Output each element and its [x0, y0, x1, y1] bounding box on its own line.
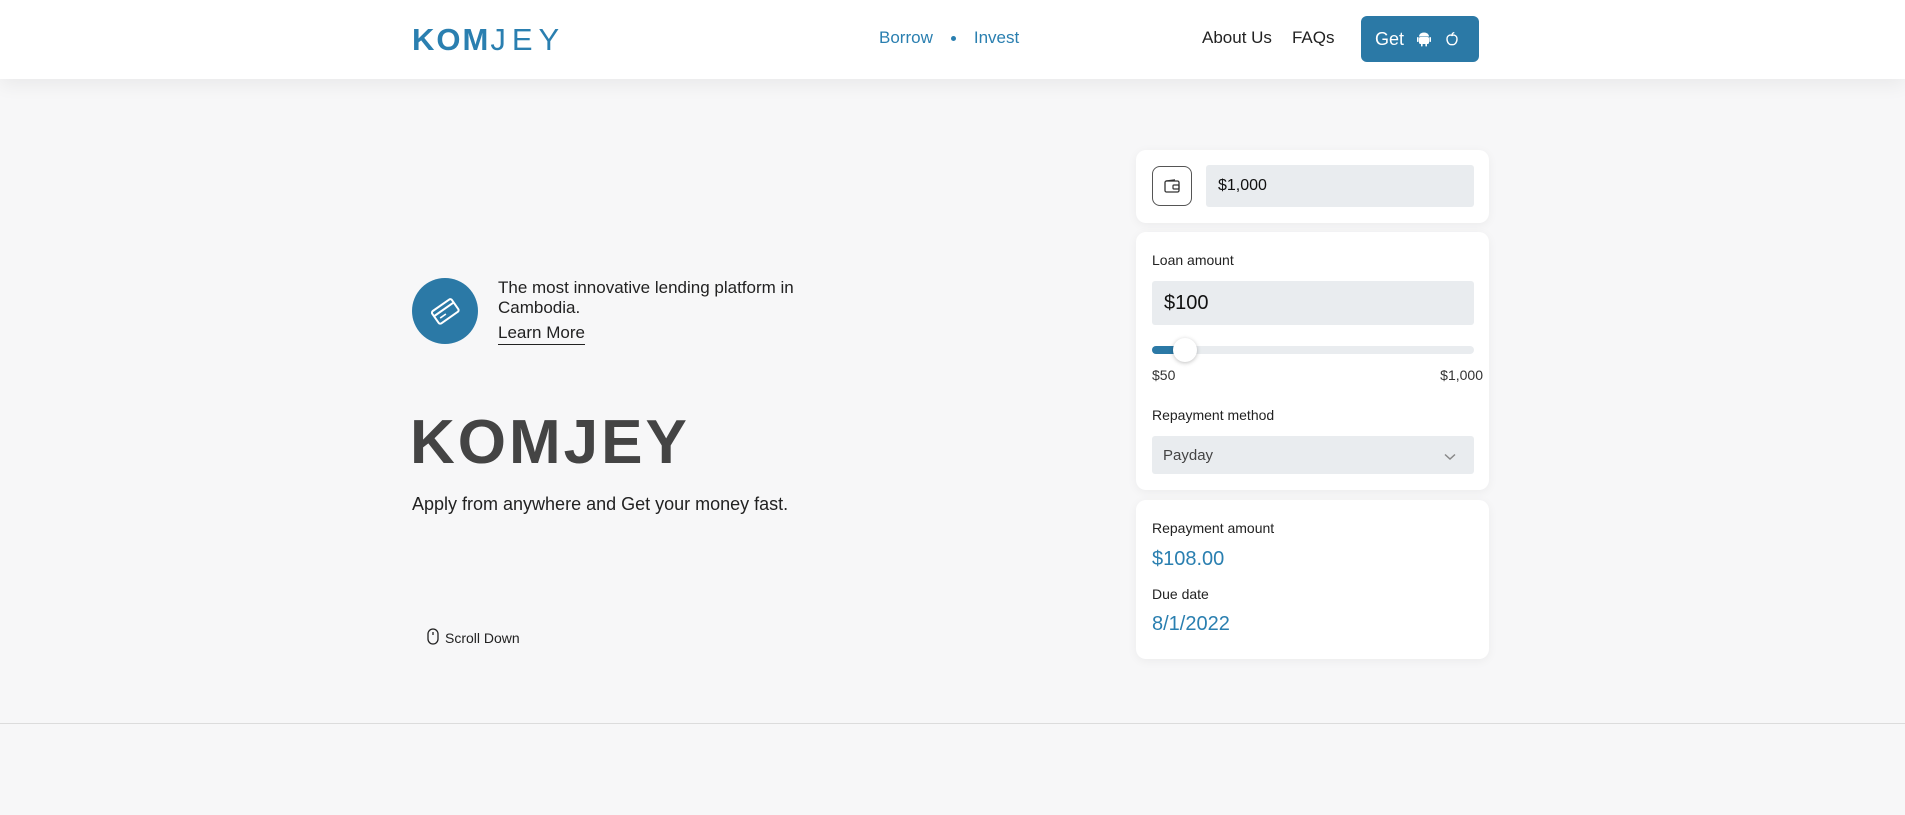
- chevron-down-icon: [1444, 448, 1456, 465]
- hero-subtitle: Apply from anywhere and Get your money f…: [412, 494, 789, 514]
- learn-more-link[interactable]: Learn More: [498, 323, 585, 345]
- apple-icon: [1444, 31, 1460, 47]
- site-header: KOMJEY Borrow Invest About Us FAQs Get: [0, 0, 1905, 79]
- repayment-method-value: Payday: [1163, 446, 1214, 464]
- android-icon: [1416, 31, 1432, 47]
- nav-invest-link[interactable]: Invest: [974, 28, 1019, 48]
- loan-calculator-card: Loan amount $50 $1,000 Repayment method …: [1136, 232, 1489, 490]
- due-date-value: 8/1/2022: [1152, 613, 1230, 635]
- get-app-label: Get: [1375, 28, 1405, 49]
- slider-min-label: $50: [1152, 367, 1176, 383]
- repayment-amount-label: Repayment amount: [1152, 520, 1275, 536]
- get-app-button[interactable]: Get: [1361, 16, 1479, 62]
- max-amount-card: [1136, 150, 1489, 223]
- repayment-amount-value: $108.00: [1152, 548, 1225, 570]
- loan-amount-label: Loan amount: [1152, 252, 1234, 268]
- nav-about-us-link[interactable]: About Us: [1202, 28, 1272, 48]
- scroll-down-hint[interactable]: Scroll Down: [427, 628, 520, 648]
- section-divider: [0, 723, 1905, 724]
- repayment-method-select[interactable]: Payday: [1152, 436, 1474, 474]
- due-date-label: Due date: [1152, 586, 1209, 602]
- repayment-summary-card: Repayment amount $108.00 Due date 8/1/20…: [1136, 500, 1489, 659]
- nav-faqs-link[interactable]: FAQs: [1292, 28, 1335, 48]
- loan-amount-input[interactable]: [1152, 281, 1474, 325]
- mouse-icon: [427, 628, 439, 648]
- secondary-nav: About Us FAQs: [1202, 28, 1334, 48]
- repayment-method-label: Repayment method: [1152, 407, 1275, 423]
- slider-thumb[interactable]: [1173, 338, 1197, 362]
- logo-part-kom: KOM: [412, 21, 491, 57]
- logo-part-jey: JEY: [490, 21, 566, 57]
- loan-amount-slider[interactable]: [1152, 338, 1474, 362]
- nav-borrow-link[interactable]: Borrow: [879, 28, 933, 48]
- komjey-logo[interactable]: KOMJEY: [412, 24, 565, 55]
- scroll-down-label: Scroll Down: [445, 630, 520, 646]
- nav-separator-dot: [950, 35, 956, 41]
- credit-card-icon: [412, 278, 478, 344]
- slider-max-label: $1,000: [1440, 367, 1483, 383]
- max-amount-input[interactable]: [1206, 165, 1474, 207]
- hero-tagline: The most innovative lending platform in …: [498, 278, 794, 317]
- hero-title: KOMJEY: [410, 408, 690, 477]
- wallet-icon[interactable]: [1152, 166, 1192, 206]
- logo-text: KOMJEY: [412, 24, 565, 55]
- primary-nav: Borrow Invest: [879, 28, 1019, 48]
